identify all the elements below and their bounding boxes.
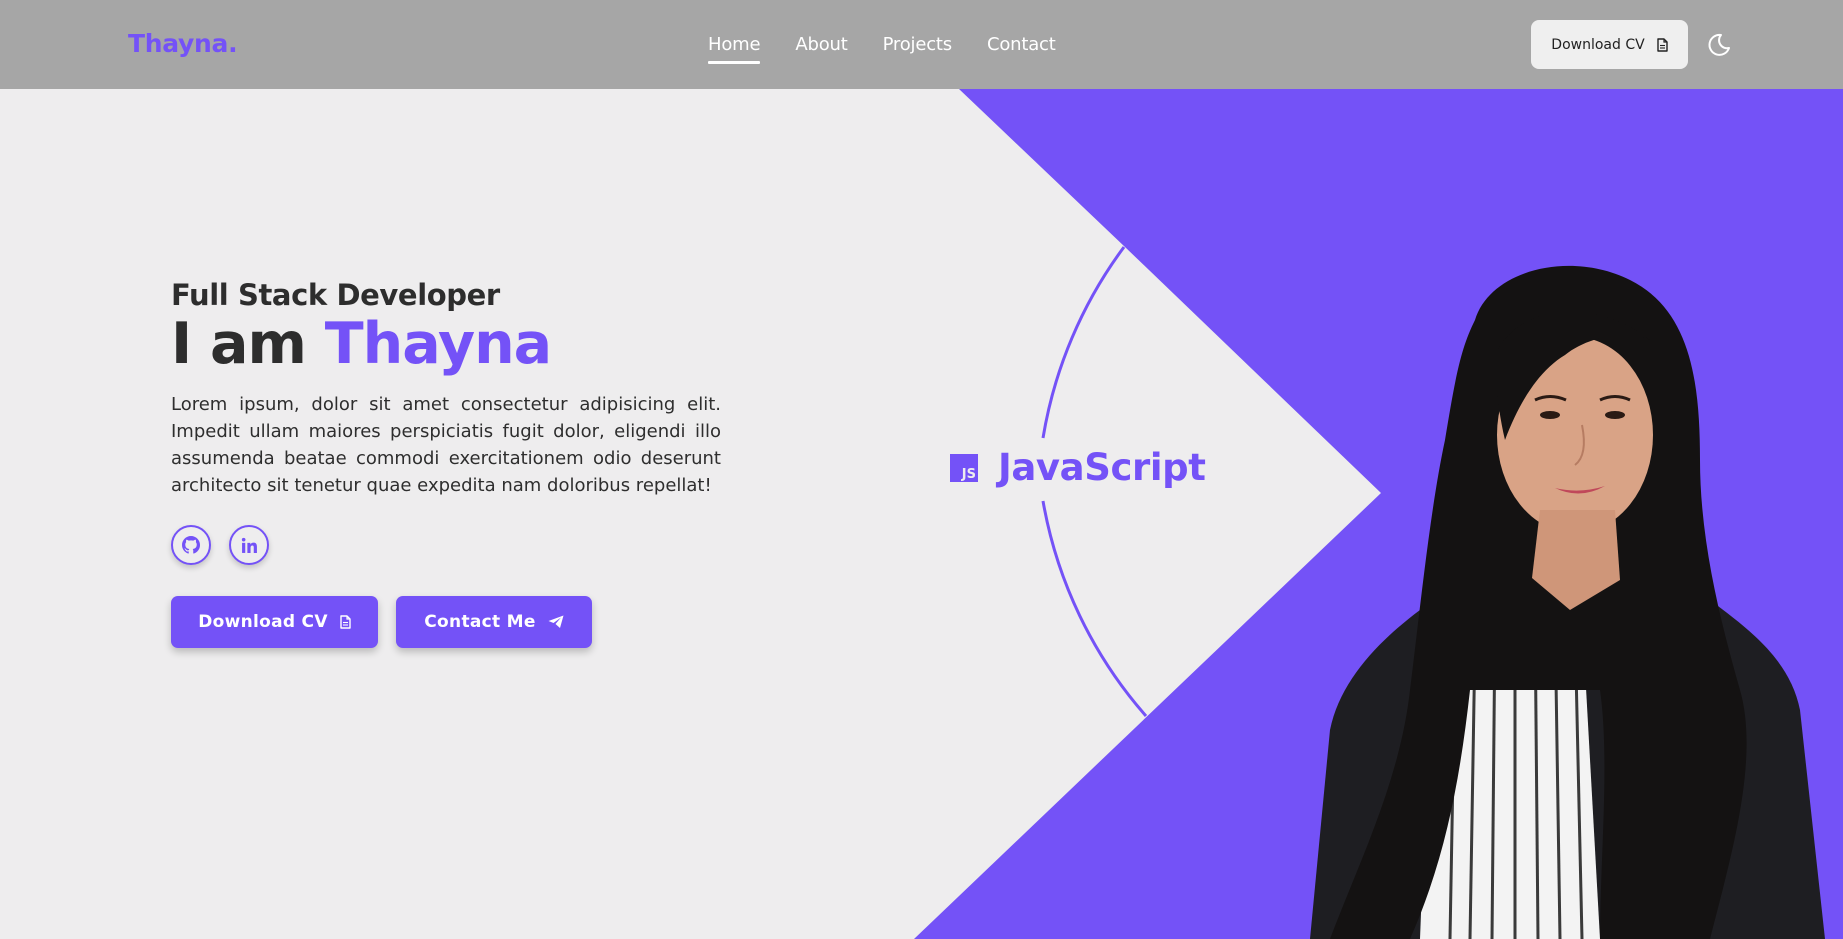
social-links (171, 525, 721, 565)
logo[interactable]: Thayna. (128, 29, 238, 58)
nav-contact[interactable]: Contact (987, 34, 1056, 55)
download-cv-label: Download CV (198, 612, 328, 632)
javascript-icon: JS (950, 453, 978, 482)
header-download-cv-button[interactable]: Download CV (1531, 20, 1688, 69)
linkedin-icon (241, 537, 257, 553)
nav-projects[interactable]: Projects (883, 34, 953, 55)
main-nav: Home About Projects Contact (708, 34, 1056, 64)
name-accent: Thayna (324, 311, 552, 377)
nav-home[interactable]: Home (708, 34, 761, 64)
top-navbar: Thayna. Home About Projects Contact Down… (0, 0, 1843, 89)
github-icon (182, 536, 200, 554)
contact-me-button[interactable]: Contact Me (396, 596, 592, 648)
page: Thayna. Home About Projects Contact Down… (0, 0, 1843, 939)
download-cv-button[interactable]: Download CV (171, 596, 378, 648)
linkedin-link[interactable] (229, 525, 269, 565)
nav-about[interactable]: About (795, 34, 847, 55)
profile-photo (1310, 265, 1825, 939)
github-link[interactable] (171, 525, 211, 565)
role-heading: Full Stack Developer (171, 278, 500, 312)
skill-rotator: JS JavaScript (950, 446, 1206, 489)
name-heading: I am Thayna (171, 310, 721, 378)
header-download-cv-label: Download CV (1551, 36, 1645, 53)
paper-plane-icon (548, 615, 564, 628)
cta-buttons: Download CV Contact Me (171, 596, 721, 648)
file-icon (1657, 37, 1668, 52)
greeting-text: I am (171, 311, 307, 377)
bio-paragraph: Lorem ipsum, dolor sit amet consectetur … (171, 394, 721, 496)
hero-section: Full Stack Developer I am Thayna Lorem i… (171, 278, 721, 648)
moon-icon[interactable] (1706, 32, 1732, 58)
skill-name: JavaScript (998, 446, 1206, 489)
contact-me-label: Contact Me (424, 612, 536, 632)
js-badge-text: JS (961, 466, 976, 482)
file-icon (340, 615, 351, 629)
